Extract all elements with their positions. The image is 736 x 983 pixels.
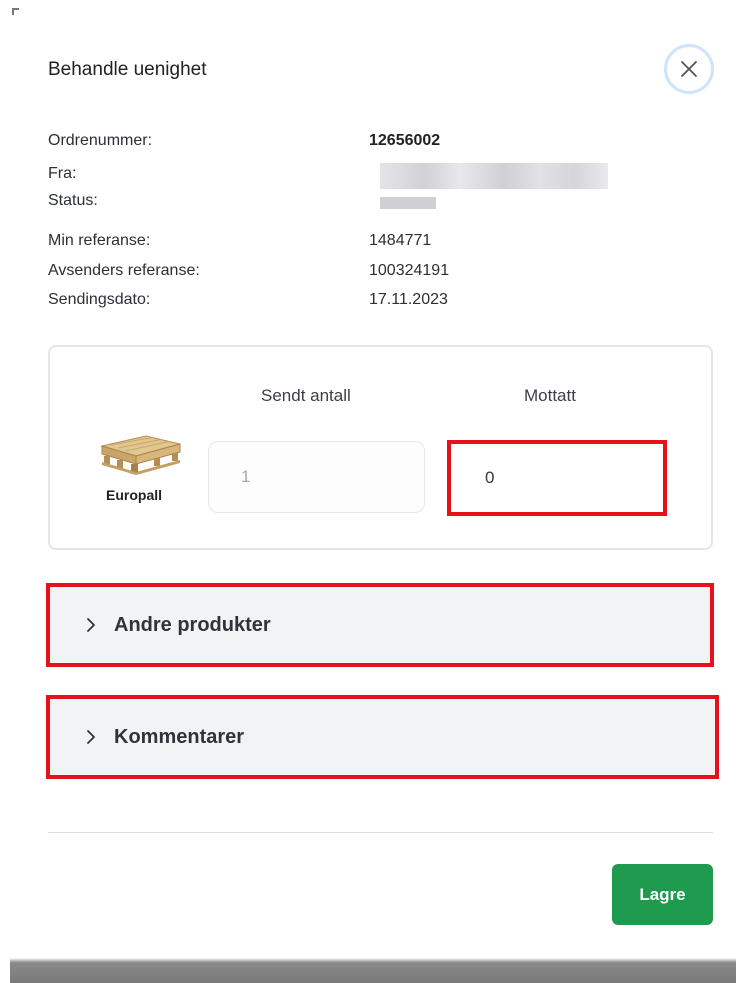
sender-reference-label: Avsenders referanse: — [48, 262, 200, 279]
from-label: Fra: — [48, 165, 77, 182]
other-products-label: Andre produkter — [114, 613, 271, 636]
status-value-redacted — [380, 197, 436, 209]
comments-accordion[interactable]: Kommentarer — [46, 695, 719, 779]
received-quantity-input[interactable]: 0 — [447, 440, 667, 516]
europallet-image — [100, 435, 181, 475]
from-value-redacted — [380, 163, 608, 189]
sent-quantity-field: 1 — [208, 441, 425, 513]
close-button[interactable] — [664, 44, 714, 94]
dialog-title: Behandle uenighet — [48, 59, 207, 80]
status-label: Status: — [48, 192, 98, 209]
footer-divider — [48, 832, 713, 833]
window-corner-mark — [12, 8, 19, 15]
received-quantity-header: Mottatt — [524, 386, 576, 405]
comments-label: Kommentarer — [114, 725, 245, 748]
order-number-label: Ordrenummer: — [48, 132, 153, 149]
shipping-date-value: 17.11.2023 — [369, 291, 448, 308]
sent-quantity-header: Sendt antall — [261, 386, 351, 405]
shipping-date-label: Sendingsdato: — [48, 291, 151, 308]
sender-reference-value: 100324191 — [369, 262, 450, 279]
my-reference-label: Min referanse: — [48, 232, 151, 249]
close-icon — [681, 61, 697, 77]
order-number-value: 12656002 — [369, 132, 441, 149]
my-reference-value: 1484771 — [369, 232, 432, 249]
other-products-accordion[interactable]: Andre produkter — [46, 583, 714, 667]
dialog-bottom-shadow — [10, 958, 736, 983]
product-name: Europall — [106, 487, 163, 503]
save-button[interactable]: Lagre — [612, 864, 713, 925]
chevron-right-icon — [87, 730, 95, 744]
chevron-right-icon — [87, 618, 95, 632]
